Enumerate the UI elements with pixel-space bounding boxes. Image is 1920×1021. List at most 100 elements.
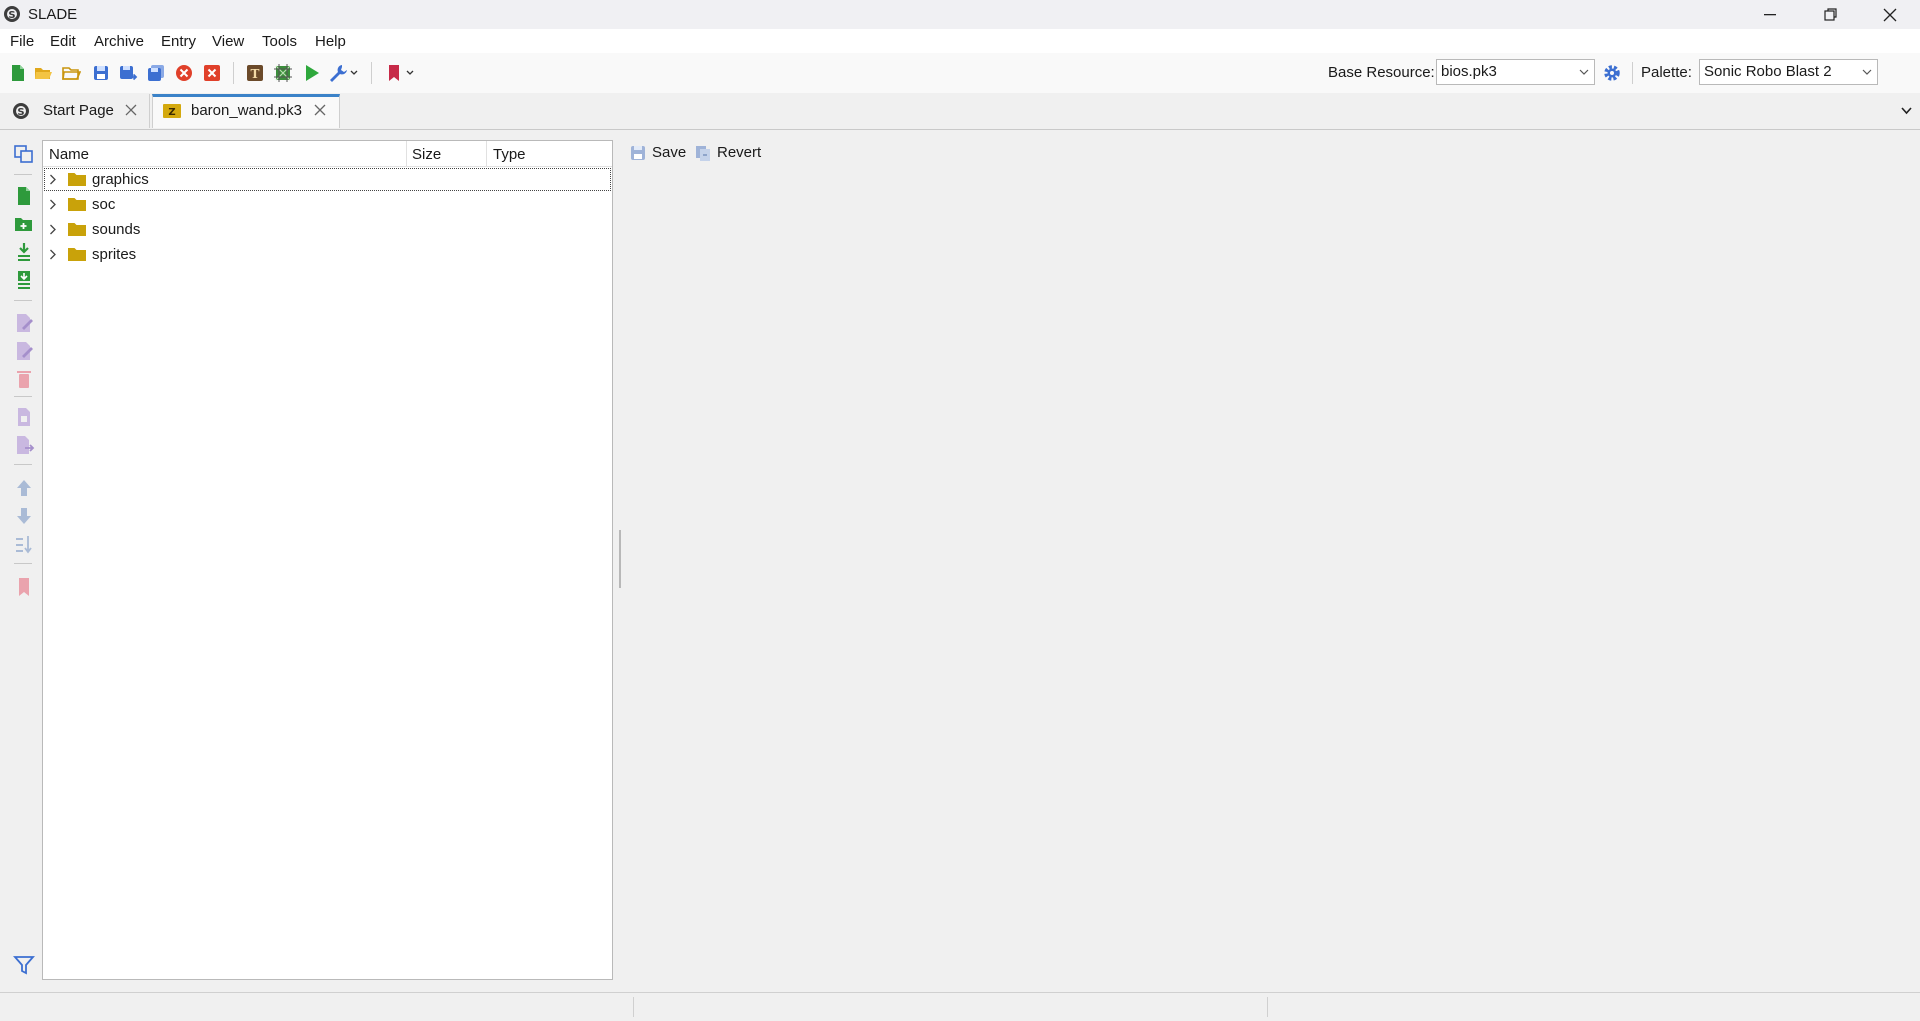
tab-list-chevron-down-icon[interactable]	[1901, 107, 1912, 115]
save-all-icon[interactable]	[146, 63, 166, 83]
restore-icon	[1823, 8, 1837, 21]
open-directory-icon[interactable]	[61, 63, 81, 83]
status-divider	[633, 997, 634, 1017]
svg-text:S: S	[8, 10, 15, 21]
entry-list-header: Name Size Type	[43, 141, 612, 167]
move-down-icon	[17, 508, 31, 524]
folder-icon	[68, 248, 86, 261]
revert-icon	[696, 145, 710, 161]
toolbar-separator	[14, 563, 32, 564]
chevron-down-icon[interactable]	[350, 70, 358, 76]
tools-icon[interactable]	[328, 63, 348, 83]
column-divider[interactable]	[406, 141, 407, 166]
folder-icon	[68, 223, 86, 236]
chevron-right-icon[interactable]	[49, 174, 57, 185]
revert-label: Revert	[717, 144, 762, 161]
toolbar-separator	[14, 174, 32, 175]
panel-splitter[interactable]	[619, 530, 621, 588]
menu-entry[interactable]: Entry	[161, 33, 196, 50]
tab-baron-wand[interactable]: Z baron_wand.pk3	[152, 94, 340, 128]
export-icon	[18, 408, 30, 426]
save-as-icon[interactable]	[118, 63, 138, 83]
import-files-icon[interactable]	[13, 270, 35, 290]
save-button[interactable]: Save	[630, 144, 686, 161]
status-divider	[1267, 997, 1268, 1017]
entry-name: soc	[92, 196, 116, 213]
run-icon[interactable]	[302, 63, 322, 83]
open-archive-icon[interactable]	[33, 63, 53, 83]
toolbar-separator	[371, 62, 372, 84]
tree-row-sounds[interactable]: sounds	[43, 217, 612, 242]
entry-toolbar	[0, 130, 42, 992]
toolbar-separator	[14, 300, 32, 301]
save-icon	[631, 145, 645, 160]
palette-value: Sonic Robo Blast 2	[1704, 63, 1832, 80]
text-editor-icon[interactable]: T	[245, 63, 265, 83]
slade-logo-icon: S	[4, 6, 20, 22]
slade-logo-icon: S	[13, 103, 29, 119]
copy-icon[interactable]	[13, 144, 35, 164]
chevron-down-icon	[1579, 69, 1589, 75]
revert-button[interactable]: Revert	[695, 144, 761, 161]
chevron-right-icon[interactable]	[49, 249, 57, 260]
entry-name: sprites	[92, 246, 137, 263]
menu-archive[interactable]: Archive	[94, 33, 144, 50]
column-divider[interactable]	[486, 141, 487, 166]
palette-select[interactable]: Sonic Robo Blast 2	[1699, 59, 1878, 85]
base-resource-select[interactable]: bios.pk3	[1436, 59, 1595, 85]
title-bar: S SLADE	[0, 0, 1920, 29]
save-label: Save	[652, 144, 687, 161]
entry-name: graphics	[92, 171, 149, 188]
zip-archive-icon: Z	[163, 104, 181, 118]
filter-icon[interactable]	[13, 955, 35, 975]
new-archive-icon[interactable]	[8, 63, 28, 83]
menu-edit[interactable]: Edit	[50, 33, 76, 50]
new-directory-icon[interactable]	[13, 214, 35, 234]
settings-icon[interactable]	[1602, 63, 1622, 83]
entry-name: sounds	[92, 221, 141, 238]
menu-tools[interactable]: Tools	[262, 33, 297, 50]
close-all-icon[interactable]	[202, 63, 222, 83]
close-tab-icon[interactable]	[313, 103, 327, 117]
toolbar-separator	[1632, 62, 1633, 84]
tab-start-page[interactable]: S Start Page	[2, 94, 150, 128]
svg-text:Z: Z	[168, 107, 175, 118]
close-tab-icon[interactable]	[124, 103, 138, 117]
map-editor-icon[interactable]	[273, 63, 293, 83]
status-bar	[0, 992, 1920, 1021]
chevron-down-icon[interactable]	[406, 70, 414, 76]
close-window-button[interactable]	[1860, 0, 1920, 29]
column-name-header[interactable]: Name	[49, 146, 89, 163]
bookmark-icon	[19, 578, 29, 596]
column-size-header[interactable]: Size	[412, 146, 441, 163]
tree-row-graphics[interactable]: graphics	[43, 167, 612, 192]
toolbar-separator	[233, 62, 234, 84]
window-title: SLADE	[28, 6, 78, 23]
menu-view[interactable]: View	[212, 33, 244, 50]
import-icon[interactable]	[13, 242, 35, 262]
svg-text:S: S	[17, 107, 24, 118]
tree-row-soc[interactable]: soc	[43, 192, 612, 217]
folder-icon	[68, 173, 86, 186]
column-type-header[interactable]: Type	[493, 146, 526, 163]
palette-label: Palette:	[1641, 64, 1692, 81]
save-icon[interactable]	[91, 63, 111, 83]
new-entry-icon[interactable]	[13, 186, 35, 206]
menu-bar: File Edit Archive Entry View Tools Help	[0, 29, 1920, 53]
menu-help[interactable]: Help	[315, 33, 346, 50]
base-resource-value: bios.pk3	[1441, 63, 1497, 80]
delete-icon	[17, 371, 31, 388]
sort-icon	[16, 536, 32, 554]
chevron-right-icon[interactable]	[49, 224, 57, 235]
tree-row-sprites[interactable]: sprites	[43, 242, 612, 267]
minimize-icon	[1764, 13, 1776, 15]
chevron-right-icon[interactable]	[49, 199, 57, 210]
bookmark-icon[interactable]	[384, 63, 404, 83]
restore-button[interactable]	[1800, 0, 1860, 29]
tab-label: Start Page	[43, 102, 114, 119]
close-archive-icon[interactable]	[174, 63, 194, 83]
menu-file[interactable]: File	[10, 33, 34, 50]
minimize-button[interactable]	[1740, 0, 1800, 29]
move-up-icon	[17, 480, 31, 496]
rename-each-icon	[17, 342, 33, 360]
